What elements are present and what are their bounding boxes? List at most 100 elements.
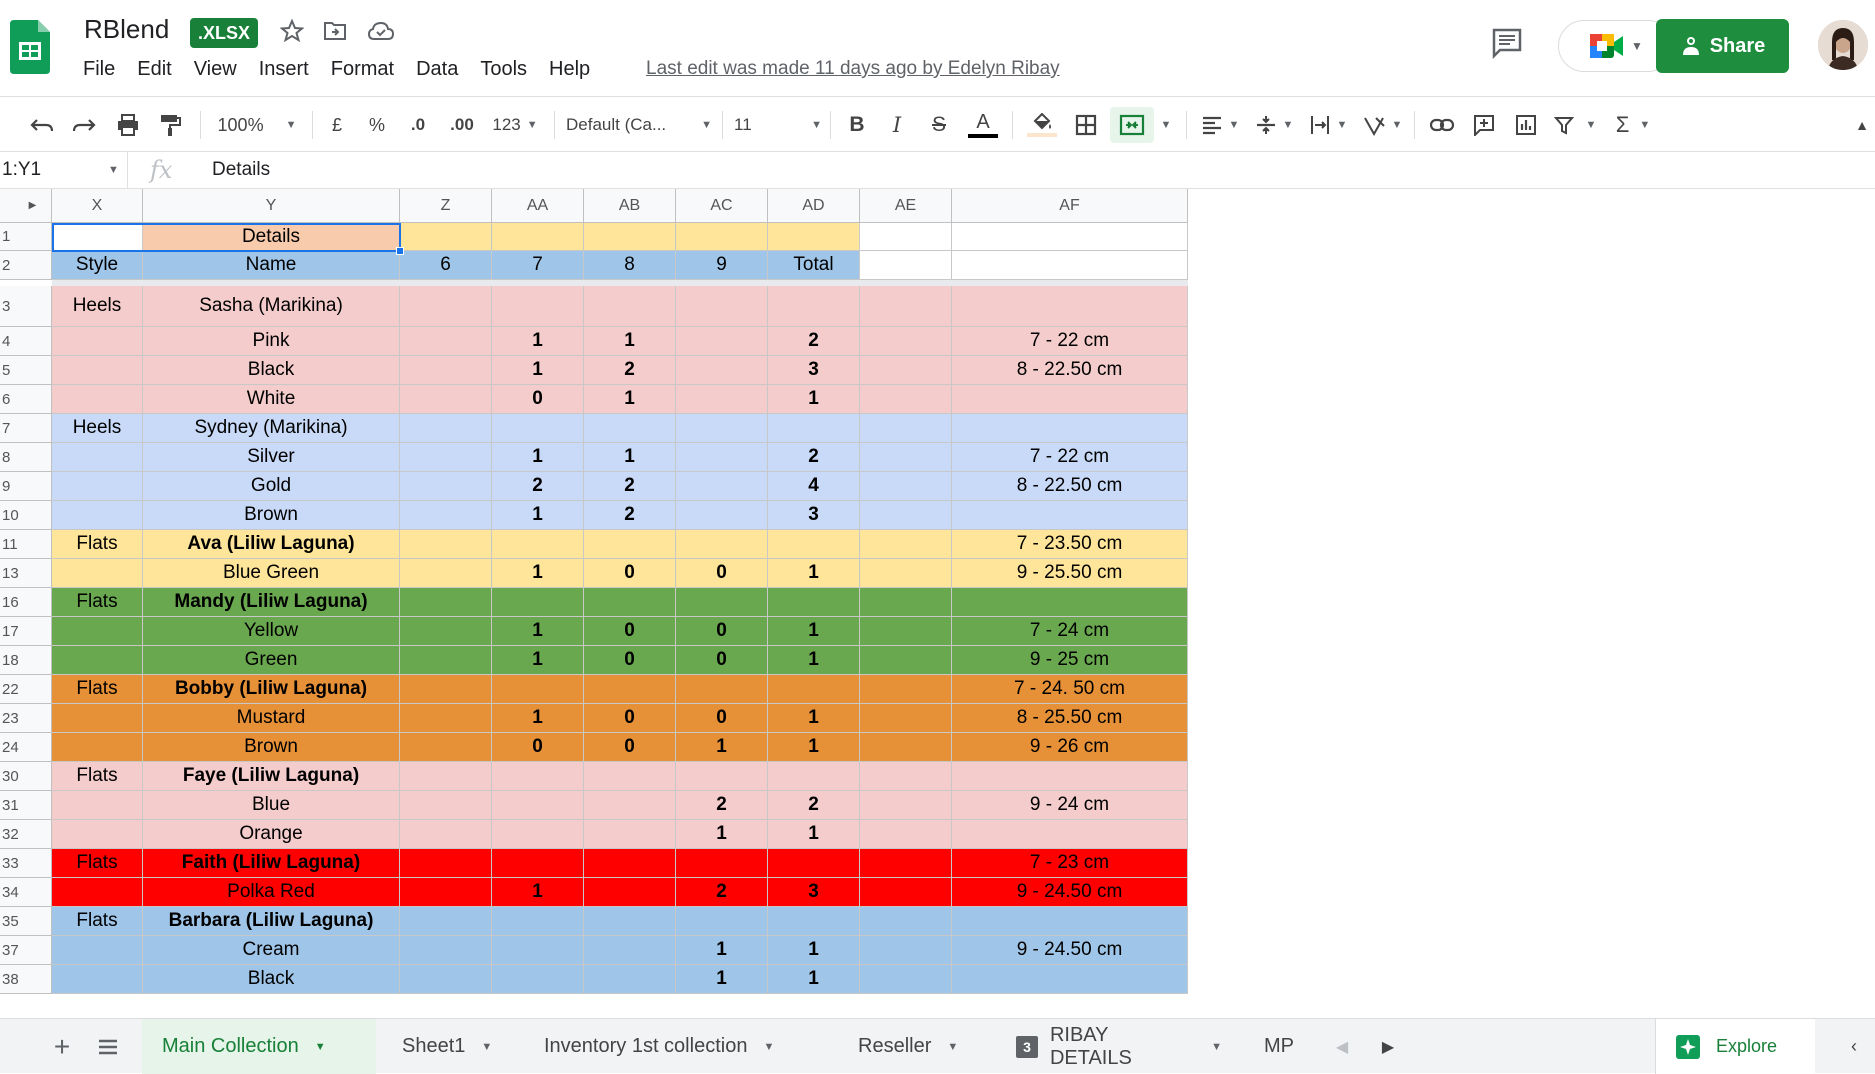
explore-button[interactable]: Explore — [1655, 1019, 1815, 1074]
cell-y13[interactable]: Blue Green — [143, 559, 400, 588]
cell-ac33[interactable] — [676, 849, 768, 878]
cell-ae9[interactable] — [860, 472, 952, 501]
move-folder-icon[interactable] — [320, 16, 350, 46]
cell-x30[interactable]: Flats — [52, 762, 143, 791]
cell-x33[interactable]: Flats — [52, 849, 143, 878]
cell-y6[interactable]: White — [143, 385, 400, 414]
cell-ae11[interactable] — [860, 530, 952, 559]
menu-help[interactable]: Help — [538, 56, 601, 83]
cell-ab30[interactable] — [584, 762, 676, 791]
cell-ad37[interactable]: 1 — [768, 936, 860, 965]
cell-af24[interactable]: 9 - 26 cm — [952, 733, 1188, 762]
cell-ab8[interactable]: 1 — [584, 443, 676, 472]
cell-x37[interactable] — [52, 936, 143, 965]
cell-ac3[interactable] — [676, 286, 768, 327]
cell-y37[interactable]: Cream — [143, 936, 400, 965]
paint-format-icon[interactable] — [152, 107, 188, 143]
cell-ac34[interactable]: 2 — [676, 878, 768, 907]
cell-z2[interactable]: 6 — [400, 251, 492, 280]
cell-aa1[interactable] — [492, 223, 584, 251]
cell-ab23[interactable]: 0 — [584, 704, 676, 733]
scroll-tabs-left-icon[interactable]: ◀ — [1324, 1019, 1360, 1074]
row-header-17[interactable]: 17 — [0, 617, 52, 646]
cell-z18[interactable] — [400, 646, 492, 675]
cell-y11[interactable]: Ava (Liliw Laguna) — [143, 530, 400, 559]
insert-chart-icon[interactable] — [1508, 107, 1544, 143]
sheets-logo-icon[interactable] — [10, 20, 50, 74]
column-header-ad[interactable]: AD — [768, 189, 860, 223]
cell-ac13[interactable]: 0 — [676, 559, 768, 588]
menu-file[interactable]: File — [72, 56, 126, 83]
row-header-38[interactable]: 38 — [0, 965, 52, 994]
cell-ad9[interactable]: 4 — [768, 472, 860, 501]
user-avatar[interactable] — [1818, 20, 1868, 70]
cell-ad16[interactable] — [768, 588, 860, 617]
cell-aa9[interactable]: 2 — [492, 472, 584, 501]
cell-ac23[interactable]: 0 — [676, 704, 768, 733]
cell-y7[interactable]: Sydney (Marikina) — [143, 414, 400, 443]
cell-x23[interactable] — [52, 704, 143, 733]
cell-y24[interactable]: Brown — [143, 733, 400, 762]
cell-x24[interactable] — [52, 733, 143, 762]
cell-z24[interactable] — [400, 733, 492, 762]
cell-ad35[interactable] — [768, 907, 860, 936]
menu-view[interactable]: View — [183, 56, 248, 83]
cell-ad13[interactable]: 1 — [768, 559, 860, 588]
cell-ae10[interactable] — [860, 501, 952, 530]
cell-aa31[interactable] — [492, 791, 584, 820]
cell-ad30[interactable] — [768, 762, 860, 791]
cell-aa13[interactable]: 1 — [492, 559, 584, 588]
cell-ae4[interactable] — [860, 327, 952, 356]
cell-ab18[interactable]: 0 — [584, 646, 676, 675]
row-header-30[interactable]: 30 — [0, 762, 52, 791]
cell-ac38[interactable]: 1 — [676, 965, 768, 994]
row-header-9[interactable]: 9 — [0, 472, 52, 501]
row-header-33[interactable]: 33 — [0, 849, 52, 878]
cell-z37[interactable] — [400, 936, 492, 965]
cell-z7[interactable] — [400, 414, 492, 443]
cell-x4[interactable] — [52, 327, 143, 356]
cell-ab1[interactable] — [584, 223, 676, 251]
star-icon[interactable] — [277, 16, 307, 46]
cell-y33[interactable]: Faith (Liliw Laguna) — [143, 849, 400, 878]
cell-ac37[interactable]: 1 — [676, 936, 768, 965]
menu-data[interactable]: Data — [405, 56, 469, 83]
cell-x13[interactable] — [52, 559, 143, 588]
borders-icon[interactable] — [1068, 107, 1104, 143]
row-header-5[interactable]: 5 — [0, 356, 52, 385]
cell-af1[interactable] — [952, 223, 1188, 251]
cell-ad17[interactable]: 1 — [768, 617, 860, 646]
cell-af32[interactable] — [952, 820, 1188, 849]
cell-af13[interactable]: 9 - 25.50 cm — [952, 559, 1188, 588]
cell-ac11[interactable] — [676, 530, 768, 559]
row-header-8[interactable]: 8 — [0, 443, 52, 472]
cell-ac18[interactable]: 0 — [676, 646, 768, 675]
cell-x5[interactable] — [52, 356, 143, 385]
filter-icon[interactable]: ▼ — [1550, 107, 1600, 143]
cloud-status-icon[interactable] — [366, 16, 396, 46]
cell-x6[interactable] — [52, 385, 143, 414]
cell-af30[interactable] — [952, 762, 1188, 791]
cell-ad34[interactable]: 3 — [768, 878, 860, 907]
cell-ac8[interactable] — [676, 443, 768, 472]
cell-ab6[interactable]: 1 — [584, 385, 676, 414]
cell-ad10[interactable]: 3 — [768, 501, 860, 530]
row-header-11[interactable]: 11 — [0, 530, 52, 559]
cell-ac4[interactable] — [676, 327, 768, 356]
cell-z16[interactable] — [400, 588, 492, 617]
currency-format-button[interactable]: £ — [322, 107, 352, 143]
cell-y9[interactable]: Gold — [143, 472, 400, 501]
cell-ae13[interactable] — [860, 559, 952, 588]
cell-x38[interactable] — [52, 965, 143, 994]
menu-insert[interactable]: Insert — [248, 56, 320, 83]
cell-ae38[interactable] — [860, 965, 952, 994]
print-icon[interactable] — [110, 107, 146, 143]
cell-ab3[interactable] — [584, 286, 676, 327]
cell-x7[interactable]: Heels — [52, 414, 143, 443]
cell-z6[interactable] — [400, 385, 492, 414]
cell-ad22[interactable] — [768, 675, 860, 704]
cell-x34[interactable] — [52, 878, 143, 907]
cell-ad32[interactable]: 1 — [768, 820, 860, 849]
cell-ae24[interactable] — [860, 733, 952, 762]
cell-af38[interactable] — [952, 965, 1188, 994]
